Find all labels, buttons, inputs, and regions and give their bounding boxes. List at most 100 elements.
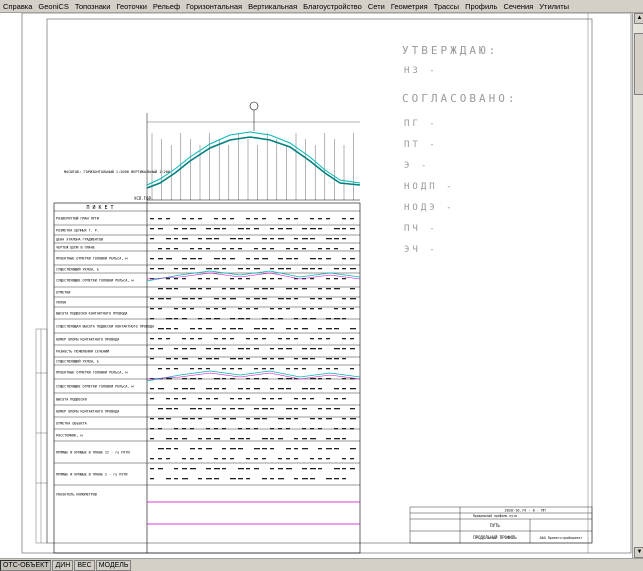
scroll-up-icon[interactable]: ▲ xyxy=(634,13,643,24)
menu-bar: Справка GeoniCS Топознаки Геоточки Рельеф Гор… xyxy=(0,0,643,13)
table-value-mark xyxy=(198,328,202,330)
table-value-mark xyxy=(294,438,298,440)
menu-item-0[interactable]: Справка xyxy=(0,2,35,11)
table-value-mark xyxy=(158,328,164,330)
table-value-mark xyxy=(222,338,226,340)
table-value-mark xyxy=(310,238,315,240)
menu-item-11[interactable]: Профиль xyxy=(462,2,500,11)
table-row-label: ЦЕНА ЭТАЛОНА ГРАДИЕНТОВ xyxy=(56,238,103,242)
scroll-down-icon[interactable]: ▼ xyxy=(634,547,643,558)
table-value-mark xyxy=(174,358,178,360)
table-value-mark xyxy=(166,278,170,280)
table-value-mark xyxy=(222,418,226,420)
table-value-mark xyxy=(238,468,244,470)
table-value-mark xyxy=(238,388,243,390)
table-value-mark xyxy=(198,278,202,280)
table-value-mark xyxy=(302,368,306,370)
status-toggle-1[interactable]: ДИН xyxy=(52,559,74,571)
table-value-mark xyxy=(166,318,172,320)
table-value-mark xyxy=(286,268,291,270)
table-value-mark xyxy=(246,218,250,220)
table-value-mark xyxy=(302,328,308,330)
menu-item-10[interactable]: Трассы xyxy=(431,2,462,11)
table-value-mark xyxy=(350,288,355,290)
menu-item-4[interactable]: Рельеф xyxy=(150,2,183,11)
table-value-mark xyxy=(310,228,316,230)
table-value-mark xyxy=(206,428,210,430)
scroll-thumb[interactable] xyxy=(634,33,643,95)
status-toggle-2[interactable]: ВЕС xyxy=(74,559,95,571)
table-value-mark xyxy=(198,218,202,220)
table-value-mark xyxy=(270,368,274,370)
vertical-scrollbar[interactable]: ▲ ▼ xyxy=(632,13,643,558)
table-value-mark xyxy=(278,478,284,480)
table-value-mark xyxy=(318,218,322,220)
table-cyan-curve-1 xyxy=(146,270,361,282)
menu-item-1[interactable]: GeoniCS xyxy=(35,2,71,11)
table-row-label: НОМЕР ОПОРЫ КОНТАКТНОГО ПРОВОДА xyxy=(56,410,119,414)
table-value-mark xyxy=(254,308,258,310)
menu-item-7[interactable]: Благоустройство xyxy=(300,2,365,11)
table-value-mark xyxy=(238,398,242,400)
menu-item-6[interactable]: Вертикальная xyxy=(245,2,300,11)
table-value-mark xyxy=(326,358,332,360)
table-value-mark xyxy=(206,478,212,480)
table-value-mark xyxy=(222,368,226,370)
table-value-mark xyxy=(182,238,188,240)
table-value-mark xyxy=(222,288,226,290)
table-value-mark xyxy=(286,468,292,470)
table-value-mark xyxy=(278,468,283,470)
table-row-label: СУЩЕСТВУЮЩИЕ ОТМЕТКИ ГОЛОВКИ РЕЛЬСА, м xyxy=(56,279,134,283)
table-value-mark xyxy=(270,428,274,430)
table-value-mark xyxy=(254,338,258,340)
table-row-label: СУЩЕСТВУЮЩИЙ УКЛОН, ‰ xyxy=(56,267,100,272)
table-value-mark xyxy=(174,438,178,440)
table-value-mark xyxy=(238,248,242,250)
table-value-mark xyxy=(246,478,250,480)
table-value-mark xyxy=(238,328,243,330)
table-value-mark xyxy=(294,338,298,340)
table-value-mark xyxy=(206,228,211,230)
table-value-mark xyxy=(350,418,356,420)
table-row-label: НОМЕР ОПОРЫ КОНТАКТНОГО ПРОВОДА xyxy=(56,338,119,342)
table-value-mark xyxy=(198,398,202,400)
status-toggle-0[interactable]: ОТС-ОБЪЕКТ xyxy=(0,559,52,571)
table-value-mark xyxy=(334,438,340,440)
table-value-mark xyxy=(350,328,356,330)
table-value-mark xyxy=(302,358,308,360)
table-value-mark xyxy=(246,238,250,240)
table-value-mark xyxy=(334,278,338,280)
table-value-mark xyxy=(294,478,298,480)
table-value-mark xyxy=(238,358,243,360)
table-value-mark xyxy=(310,438,316,440)
table-value-mark xyxy=(254,228,259,230)
table-value-mark xyxy=(158,418,164,420)
menu-item-13[interactable]: Утилиты xyxy=(536,2,572,11)
table-value-mark xyxy=(190,218,194,220)
menu-item-9[interactable]: Геометрия xyxy=(388,2,431,11)
table-value-mark xyxy=(310,388,315,390)
table-value-mark xyxy=(350,468,355,470)
menu-item-3[interactable]: Геоточки xyxy=(113,2,149,11)
status-toggle-3[interactable]: МОДЕЛЬ xyxy=(95,559,132,571)
table-value-mark xyxy=(350,388,356,390)
menu-item-5[interactable]: Горизонтальная xyxy=(183,2,245,11)
menu-item-8[interactable]: Сети xyxy=(365,2,388,11)
table-value-mark xyxy=(302,318,307,320)
table-value-mark xyxy=(158,388,164,390)
table-value-mark xyxy=(254,288,259,290)
table-value-mark xyxy=(318,328,322,330)
table-value-mark xyxy=(334,358,339,360)
table-value-mark xyxy=(206,328,212,330)
drawing-canvas[interactable]: УТВЕРЖДАЮ: НЗ - СОГЛАСОВАНО: ПГ - ПТ - Э -… xyxy=(0,13,632,558)
table-value-mark xyxy=(190,348,196,350)
table-value-mark xyxy=(286,218,290,220)
table-value-mark xyxy=(182,218,186,220)
table-value-mark xyxy=(182,468,187,470)
table-value-mark xyxy=(318,378,322,380)
menu-item-12[interactable]: Сечения xyxy=(500,2,536,11)
table-value-mark xyxy=(302,478,308,480)
table-value-mark xyxy=(302,408,307,410)
menu-item-2[interactable]: Топознаки xyxy=(72,2,114,11)
table-value-mark xyxy=(254,258,259,260)
